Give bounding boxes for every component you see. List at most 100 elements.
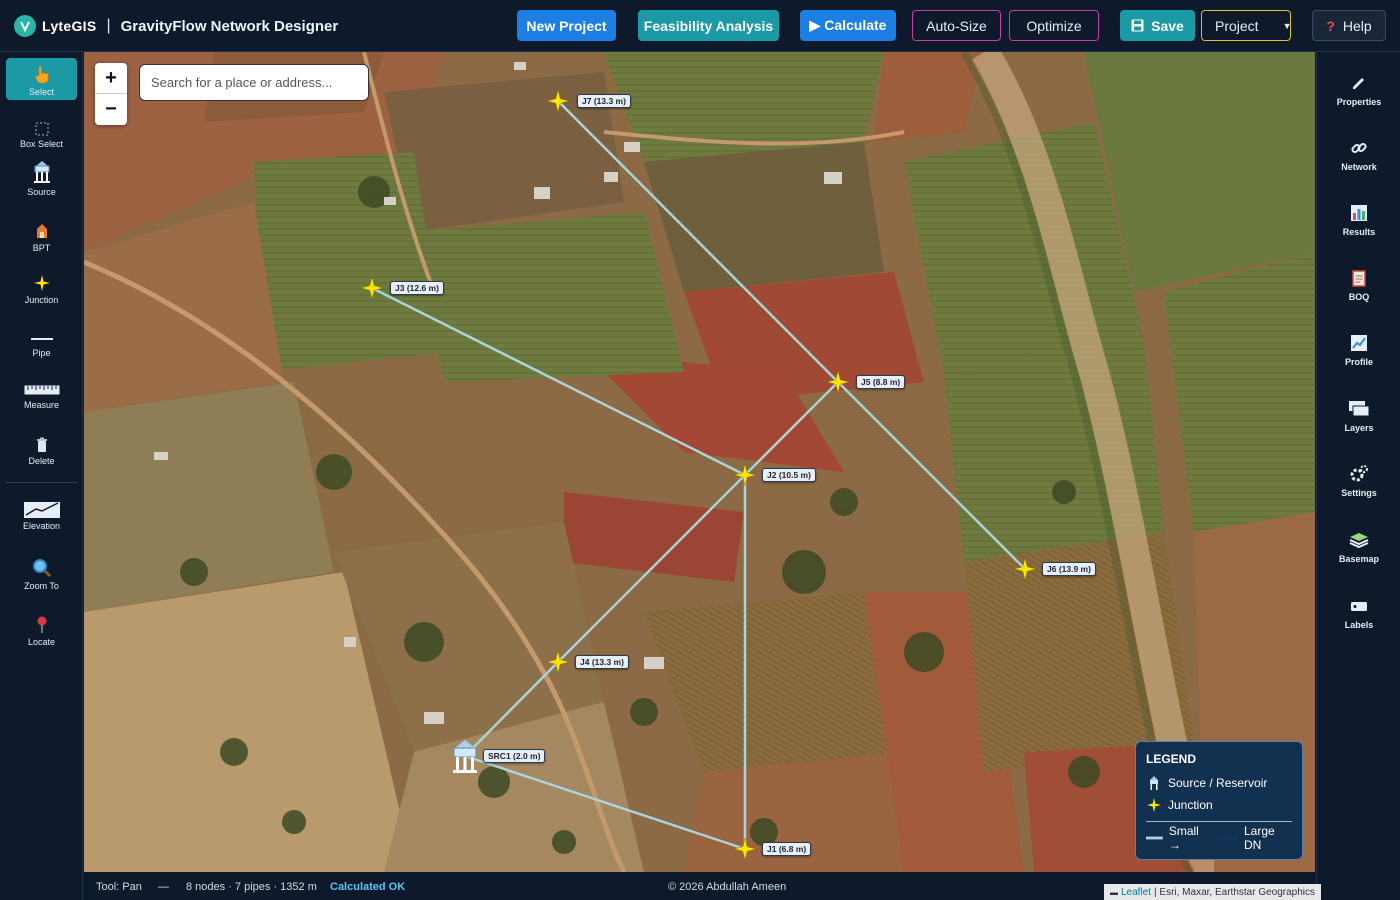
select-tool[interactable]: Select [6,58,77,100]
zoom-in-button[interactable]: + [95,63,127,94]
help-button[interactable]: ? Help [1312,10,1386,41]
ruler-icon [24,375,60,397]
boq-panel-button[interactable]: BOQ [1317,267,1400,317]
boq-label: BOQ [1348,292,1370,302]
node-label-j6[interactable]: J6 (13.9 m) [1042,562,1096,576]
lytegis-logo-icon [14,15,36,37]
results-panel-button[interactable]: Results [1317,202,1400,252]
labels-panel-button[interactable]: Labels [1317,595,1400,645]
junction-node-j1[interactable] [733,837,757,861]
link-icon [1350,137,1368,159]
node-label-j5[interactable]: J5 (8.8 m) [856,375,906,389]
small-pipe-swatch [1146,836,1163,840]
water-tower-icon [1146,775,1162,791]
calculate-button[interactable]: ▶ Calculate [800,10,896,41]
delete-label: Delete [28,456,55,466]
toolbar-divider [6,482,77,483]
project-dropdown[interactable]: Project ▼ [1201,10,1292,41]
pipe-j7-j5[interactable] [557,100,839,383]
settings-label: Settings [1341,488,1377,498]
ukraine-flag-icon: ▬ [1110,887,1118,897]
large-pipe-swatch [1221,836,1238,840]
source-node-src1[interactable] [453,740,477,773]
results-label: Results [1342,227,1376,237]
select-label: Select [28,87,54,97]
properties-panel-button[interactable]: Properties [1317,72,1400,122]
box-select-label: Box Select [19,139,64,149]
junction-tool[interactable]: Junction [6,266,77,308]
box-select-tool[interactable]: Box Select [6,110,77,152]
pipe-j5-j2[interactable] [744,381,839,476]
bar-chart-icon [1350,202,1368,224]
properties-label: Properties [1336,97,1382,107]
source-tool[interactable]: Source [6,158,77,200]
bpt-tool[interactable]: BPT [6,214,77,256]
magnifier-icon [32,556,52,578]
bpt-icon [33,218,51,240]
node-label-j2[interactable]: J2 (10.5 m) [762,468,816,482]
zoom-to-tool[interactable]: Zoom To [6,552,77,594]
node-label-j1[interactable]: J1 (6.8 m) [762,842,812,856]
optimize-button[interactable]: Optimize [1009,10,1099,41]
junction-node-j3[interactable] [360,276,384,300]
pipe-j3-j2[interactable] [371,286,746,477]
nodes-group [360,89,1037,861]
settings-panel-button[interactable]: Settings [1317,463,1400,513]
map-legend: LEGEND Source / Reservoir Junction Small… [1135,741,1303,860]
delete-tool[interactable]: Delete [6,427,77,469]
profile-panel-button[interactable]: Profile [1317,332,1400,382]
chevron-down-icon: ▼ [1282,20,1292,31]
feasibility-analysis-button[interactable]: Feasibility Analysis [638,10,779,41]
basemap-panel-button[interactable]: Basemap [1317,529,1400,579]
node-label-j3[interactable]: J3 (12.6 m) [390,281,444,295]
status-dash: — [158,881,169,893]
status-copyright: © 2026 Abdullah Ameen [668,881,787,893]
search-input[interactable] [139,64,369,101]
map-view[interactable]: + − J7 (13.3 m) J3 (12.6 m) J5 (8.8 m) J… [84,52,1315,872]
project-label: Project [1215,17,1259,34]
auto-size-button[interactable]: Auto-Size [912,10,1001,41]
layers-panel-button[interactable]: Layers [1317,398,1400,448]
pipe-j5-j6[interactable] [837,381,1026,570]
status-calculation: Calculated OK [330,881,406,893]
elevation-tool[interactable]: Elevation [6,492,77,534]
labels-label: Labels [1344,620,1374,630]
help-icon: ? [1326,17,1335,34]
pipe-src1-j1[interactable] [464,754,746,851]
new-project-button[interactable]: New Project [517,10,616,41]
measure-label: Measure [23,400,59,410]
network-layer [360,89,1037,861]
node-label-j7[interactable]: J7 (13.3 m) [577,94,631,108]
pushpin-icon [36,612,48,634]
zoom-out-button[interactable]: − [95,94,127,125]
node-label-j4[interactable]: J4 (13.3 m) [575,655,629,669]
pipe-j4-src1[interactable] [464,661,559,757]
layers-label: Layers [1344,423,1374,433]
map-attribution: ▬ Leaflet | Esri, Maxar, Earthstar Geogr… [1104,884,1322,900]
trash-icon [36,431,48,453]
app-title: GravityFlow Network Designer [120,17,339,35]
network-panel-button[interactable]: Network [1317,137,1400,187]
pipe-tool[interactable]: Pipe [6,319,77,361]
status-counts: 8 nodes · 7 pipes · 1352 m [186,881,317,893]
left-toolbar: Select Box Select Source BPT Junction Pi… [0,52,83,900]
junction-icon [33,270,51,292]
pipe-j2-j4[interactable] [557,474,746,663]
attribution-text: | Esri, Maxar, Earthstar Geographics [1154,886,1316,898]
measure-tool[interactable]: Measure [6,371,77,413]
junction-label: Junction [24,295,59,305]
layers-icon [1348,398,1370,420]
legend-junction-label: Junction [1168,798,1213,812]
save-icon [1131,19,1144,32]
zoom-control: + − [95,63,127,125]
pipe-icon [30,323,53,345]
leaflet-link[interactable]: Leaflet [1121,887,1151,898]
profile-label: Profile [1344,357,1373,367]
junction-icon [1146,797,1162,813]
gear-icon [1349,463,1369,485]
save-button[interactable]: Save [1120,10,1195,41]
locate-tool[interactable]: Locate [6,608,77,650]
basemap-label: Basemap [1338,554,1380,564]
status-tool: Tool: Pan [96,881,142,893]
node-label-src1[interactable]: SRC1 (2.0 m) [483,749,546,763]
